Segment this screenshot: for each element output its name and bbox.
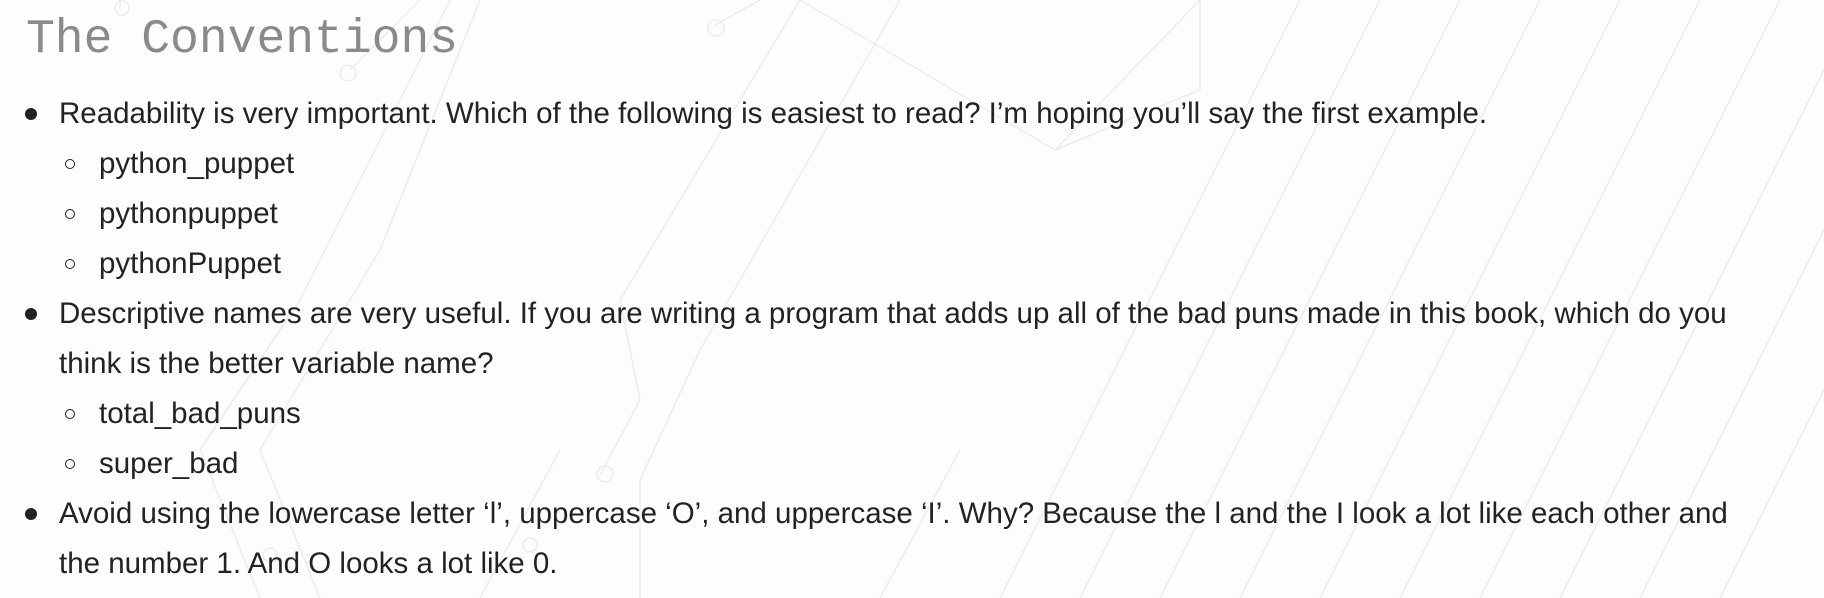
sub-item-text: super_bad <box>99 447 239 480</box>
hollow-bullet-icon <box>65 259 75 269</box>
page-title: The Conventions <box>26 13 459 67</box>
sub-item-text: total_bad_puns <box>99 397 301 430</box>
list-item-text: Descriptive names are very useful. If yo… <box>59 297 1727 380</box>
sub-item-text: pythonPuppet <box>99 247 282 280</box>
sub-list-item: pythonPuppet <box>59 239 1759 289</box>
sub-item-text: python_puppet <box>99 147 295 180</box>
bullet-icon <box>25 508 37 520</box>
bullet-icon <box>25 308 37 320</box>
hollow-bullet-icon <box>65 459 75 469</box>
bullet-icon <box>25 108 37 120</box>
sub-list-item: pythonpuppet <box>59 189 1759 239</box>
list-item: Avoid using the lowercase letter ‘l’, up… <box>0 489 1759 589</box>
conventions-list: Readability is very important. Which of … <box>0 89 1759 589</box>
list-item: Descriptive names are very useful. If yo… <box>0 289 1759 489</box>
sub-list-item: super_bad <box>59 439 1759 489</box>
list-item-text: Avoid using the lowercase letter ‘l’, up… <box>59 497 1728 580</box>
hollow-bullet-icon <box>65 209 75 219</box>
list-item-text: Readability is very important. Which of … <box>59 97 1488 130</box>
sub-list-item: python_puppet <box>59 139 1759 189</box>
list-item: Readability is very important. Which of … <box>0 89 1759 289</box>
sub-list: total_bad_puns super_bad <box>59 389 1759 489</box>
sub-item-text: pythonpuppet <box>99 197 278 230</box>
sub-list: python_puppet pythonpuppet pythonPuppet <box>59 139 1759 289</box>
sub-list-item: total_bad_puns <box>59 389 1759 439</box>
hollow-bullet-icon <box>65 409 75 419</box>
hollow-bullet-icon <box>65 159 75 169</box>
